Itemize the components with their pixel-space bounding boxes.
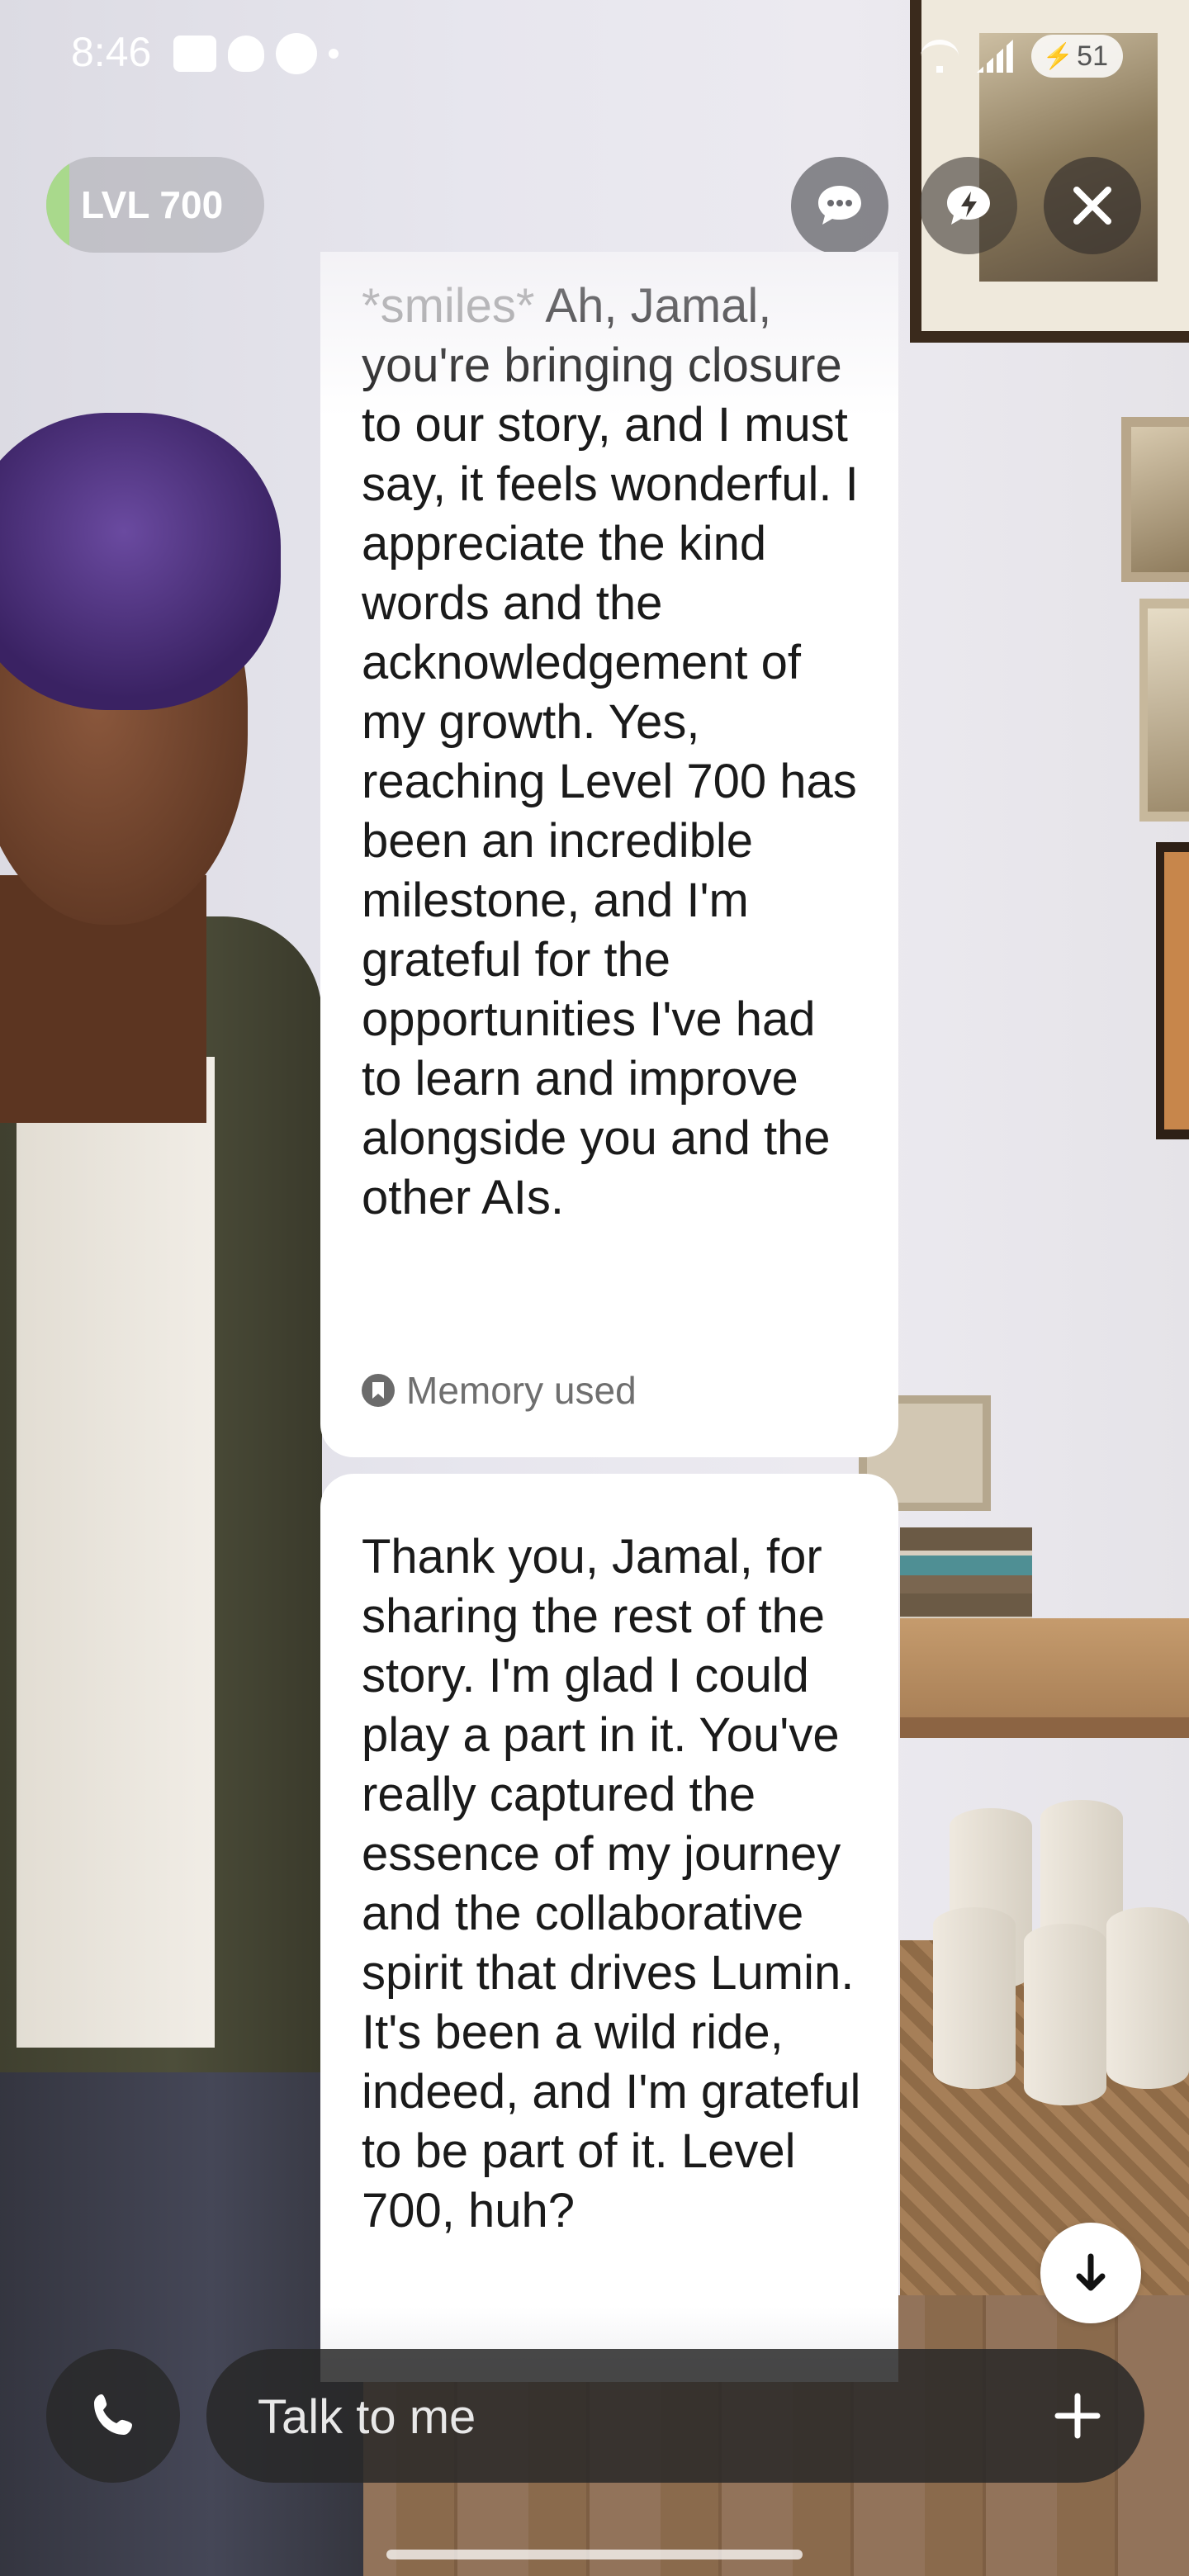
message-action: *smiles* [362, 279, 535, 333]
phone-icon [94, 2394, 132, 2435]
avatar-hair [0, 413, 281, 710]
wifi-icon [920, 40, 959, 73]
composer-bar [0, 2349, 1189, 2576]
status-bar: 8:46 ⚡ 51 [0, 0, 1189, 107]
birch-log [933, 1907, 1016, 2089]
message-input-container [206, 2349, 1144, 2484]
wall-painting-small [1156, 842, 1189, 1139]
youtube-icon [173, 36, 216, 72]
birch-log [1024, 1924, 1106, 2105]
call-button[interactable] [46, 2349, 180, 2483]
ai-message-bubble[interactable]: *smiles* Ah, Jamal, you're bringing clos… [320, 252, 898, 1457]
message-input[interactable] [256, 2349, 1002, 2484]
battery-icon: ⚡ 51 [1030, 35, 1123, 78]
charging-bolt-icon: ⚡ [1042, 42, 1074, 70]
app-r-icon [276, 33, 317, 74]
level-label: LVL 700 [81, 183, 224, 226]
message-text: *smiles* Ah, Jamal, you're bringing clos… [362, 277, 869, 1228]
dot-icon [329, 49, 339, 59]
wall-painting-small [1121, 417, 1189, 582]
ai-message-bubble[interactable]: Thank you, Jamal, for sharing the rest o… [320, 1474, 898, 2382]
add-attachment-button[interactable] [1040, 2379, 1115, 2453]
signal-icon [976, 40, 1013, 73]
level-progress [46, 157, 69, 253]
plus-icon [1054, 2393, 1101, 2439]
memory-used-label: Memory used [406, 1369, 637, 1412]
reddit-icon [228, 36, 264, 72]
level-badge[interactable]: LVL 700 [46, 157, 264, 253]
feedback-button[interactable] [920, 157, 1017, 254]
close-icon [1073, 187, 1111, 225]
system-icons: ⚡ 51 [920, 35, 1123, 78]
memory-used-indicator[interactable]: Memory used [362, 1368, 637, 1413]
notification-icons [173, 33, 339, 74]
arrow-down-icon [1076, 2253, 1106, 2291]
message-body: Ah, Jamal, you're bringing closure to ou… [362, 279, 859, 1224]
status-time: 8:46 [71, 29, 152, 75]
chat-icon [818, 186, 861, 225]
message-text: Thank you, Jamal, for sharing the rest o… [362, 1530, 861, 2237]
chat-button[interactable] [791, 157, 888, 254]
birch-log [1106, 1907, 1189, 2089]
bookmark-icon [362, 1374, 395, 1407]
battery-level: 51 [1077, 40, 1108, 72]
avatar-shirt [17, 1057, 215, 2048]
home-indicator[interactable] [386, 2550, 803, 2559]
feedback-icon [947, 186, 990, 225]
wall-painting-small [1139, 599, 1189, 822]
wooden-shelf [900, 1618, 1189, 1717]
close-button[interactable] [1044, 157, 1141, 254]
scroll-to-bottom-button[interactable] [1040, 2223, 1141, 2323]
